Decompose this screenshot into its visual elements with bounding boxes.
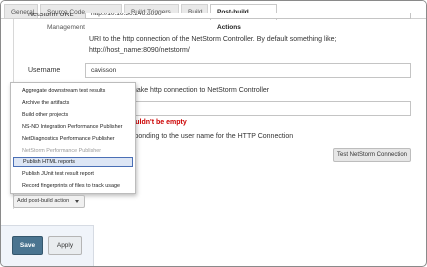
menu-item-build-other-projects[interactable]: Build other projects <box>13 110 133 120</box>
password-error: ouldn't be empty <box>131 119 187 126</box>
url-help-line1: URI to the http connection of the NetSto… <box>89 36 337 43</box>
password-input[interactable] <box>131 101 411 116</box>
apply-button[interactable]: Apply <box>48 236 82 255</box>
jenkins-config-window: General Source Code Management Build Tri… <box>0 0 427 267</box>
url-label: NetStorm URL <box>28 13 74 18</box>
chevron-down-icon <box>75 200 79 203</box>
save-button[interactable]: Save <box>12 236 43 255</box>
username-help: make http connection to NetStorm Control… <box>131 87 270 94</box>
menu-item-netdiagnostics-publisher[interactable]: NetDiagnostics Performance Publisher <box>13 134 133 144</box>
menu-item-aggregate-downstream[interactable]: Aggregate downstream test results <box>13 86 133 96</box>
username-label: Username <box>28 67 61 74</box>
menu-item-ns-nd-integration[interactable]: NS-ND Integration Performance Publisher <box>13 122 133 132</box>
add-post-build-action-button[interactable]: Add post-build action <box>13 195 85 208</box>
menu-item-record-fingerprints[interactable]: Record fingerprints of files to track us… <box>13 181 133 191</box>
add-post-build-action-label: Add post-build action <box>17 198 70 204</box>
menu-item-archive-artifacts[interactable]: Archive the artifacts <box>13 98 133 108</box>
post-build-action-menu: Aggregate downstream test results Archiv… <box>10 82 136 194</box>
menu-item-publish-junit[interactable]: Publish JUnit test result report <box>13 169 133 179</box>
password-help: sponding to the user name for the HTTP C… <box>131 133 294 140</box>
menu-item-netstorm-publisher: NetStorm Performance Publisher <box>22 148 102 154</box>
menu-item-publish-html-reports[interactable]: Publish HTML reports <box>13 157 133 167</box>
url-input[interactable]: http://10.10.30.246:8090 <box>85 13 411 19</box>
username-input[interactable]: cavisson <box>85 63 411 78</box>
url-help-line2: http://host_name:8090/netstorm/ <box>89 47 190 54</box>
test-connection-button[interactable]: Test NetStorm Connection <box>333 148 411 162</box>
